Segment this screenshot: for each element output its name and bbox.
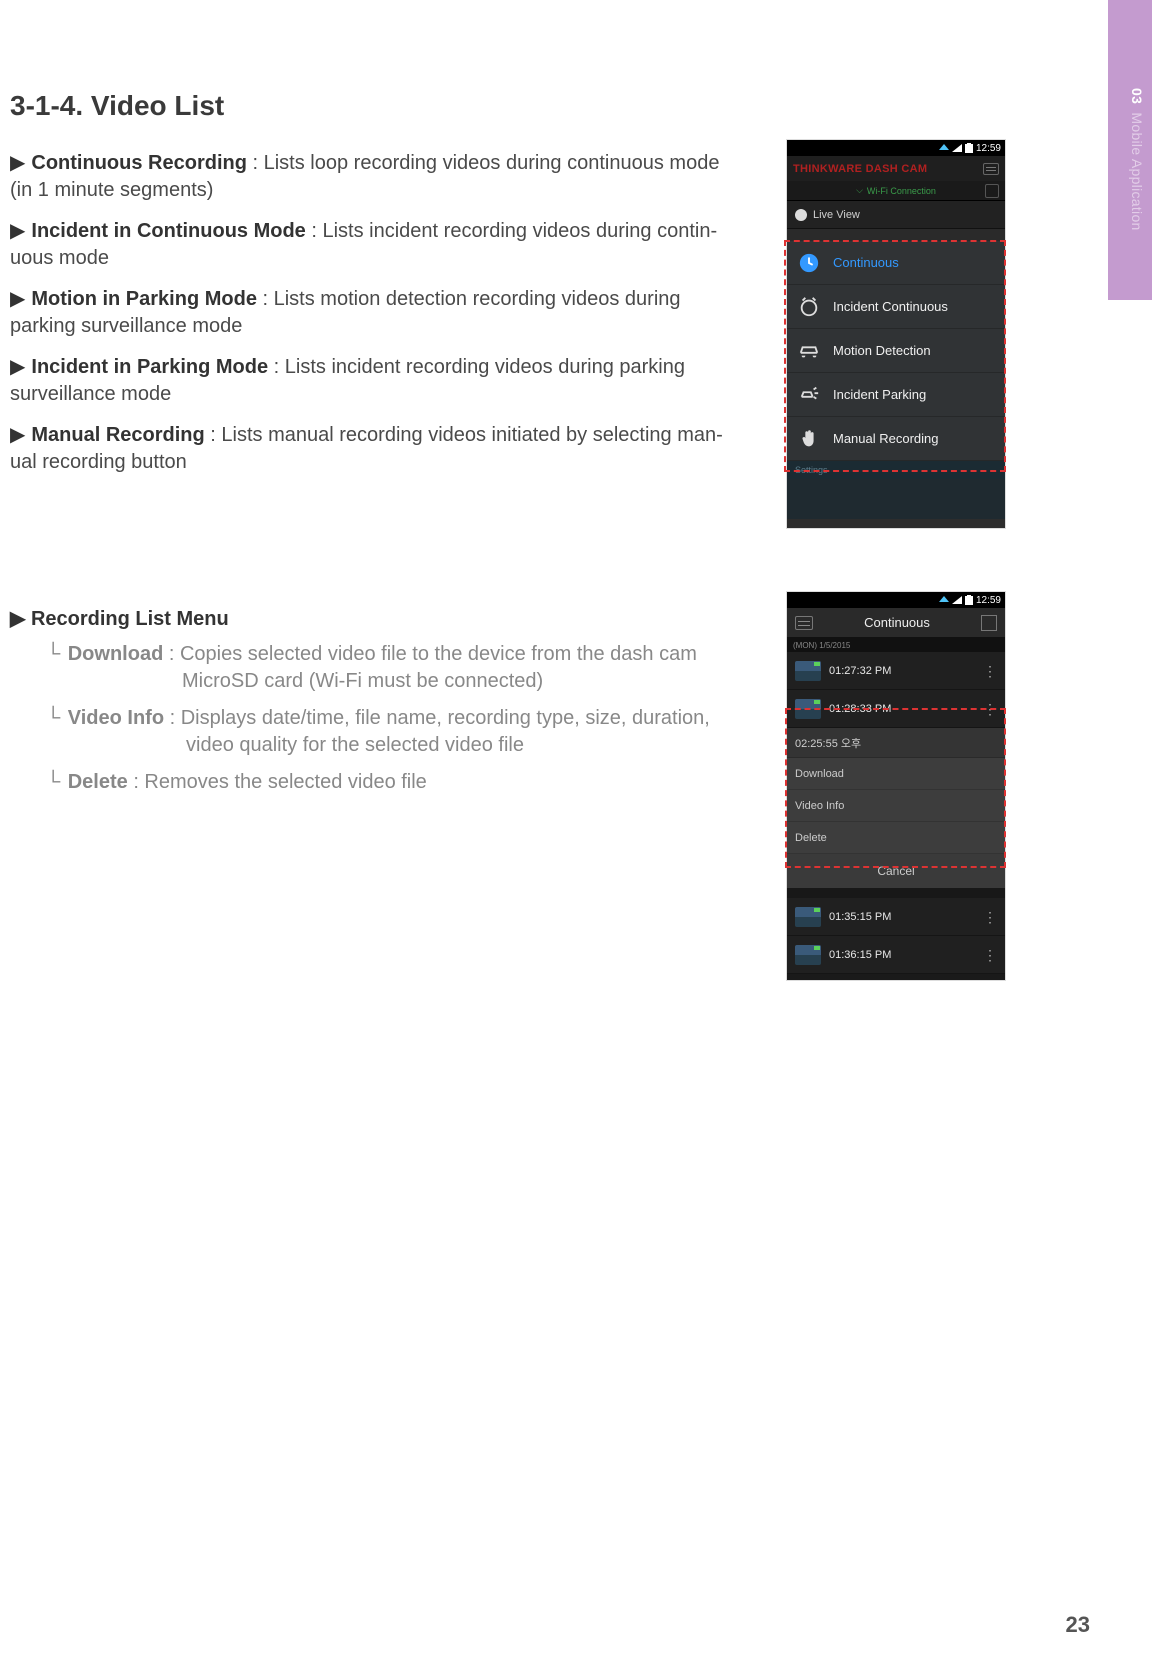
side-tab-label: 03 Mobile Application — [1129, 88, 1145, 231]
thumbnail — [795, 907, 821, 927]
thumbnail — [795, 945, 821, 965]
chapter-title: Mobile Application — [1129, 112, 1145, 230]
edit-icon[interactable] — [981, 615, 997, 631]
crash-icon — [797, 383, 821, 407]
more-icon[interactable]: ⋮ — [983, 951, 997, 959]
hand-icon — [797, 427, 821, 451]
settings-label: Settings — [787, 461, 1005, 479]
triangle-icon: ▶ — [10, 608, 31, 630]
status-bar: 12:59 — [787, 140, 1005, 156]
more-icon[interactable]: ⋮ — [983, 705, 997, 713]
screenshot-video-categories: 12:59 THINKWARE DASH CAM ⌵ Wi-Fi Connect… — [787, 140, 1005, 528]
category-manual-recording[interactable]: Manual Recording — [787, 417, 1005, 461]
signal-icon — [952, 144, 962, 152]
gear-icon[interactable] — [985, 184, 999, 198]
recording-list-menu-title: ▶ Recording List Menu — [10, 606, 770, 631]
triangle-icon: ▶ — [10, 152, 25, 174]
alarm-icon — [797, 295, 821, 319]
status-time: 12:59 — [976, 143, 1001, 154]
app-title: THINKWARE DASH CAM — [793, 163, 927, 175]
triangle-icon: ▶ — [10, 220, 25, 242]
live-view-row[interactable]: Live View — [787, 201, 1005, 229]
popup-item-download[interactable]: Download — [787, 758, 1005, 790]
subdef-video-info: └ Video Info : Displays date/time, file … — [46, 705, 770, 759]
wifi-connection-row[interactable]: ⌵ Wi-Fi Connection — [787, 181, 1005, 201]
corner-icon: └ — [46, 771, 66, 793]
def-continuous: ▶Continuous Recording : Lists loop recor… — [10, 150, 770, 204]
triangle-icon: ▶ — [10, 356, 25, 378]
category-incident-parking[interactable]: Incident Parking — [787, 373, 1005, 417]
side-tab: 03 Mobile Application — [1108, 0, 1152, 300]
def-incident-continuous: ▶Incident in Continuous Mode : Lists inc… — [10, 218, 770, 272]
wifi-icon — [939, 144, 949, 152]
triangle-icon: ▶ — [10, 288, 25, 310]
corner-icon: └ — [46, 707, 66, 729]
def-motion-parking: ▶Motion in Parking Mode : Lists motion d… — [10, 286, 770, 340]
more-icon[interactable]: ⋮ — [983, 667, 997, 675]
subdef-download: └ Download : Copies selected video file … — [46, 641, 770, 695]
definitions-block: ▶Continuous Recording : Lists loop recor… — [10, 150, 770, 476]
section-title: 3-1-4. Video List — [10, 90, 1000, 122]
def-incident-parking: ▶Incident in Parking Mode : Lists incide… — [10, 354, 770, 408]
video-row[interactable]: 01:35:15 PM ⋮ — [787, 898, 1005, 936]
wifi-icon: ⌵ — [856, 185, 863, 196]
app-title-bar: THINKWARE DASH CAM — [787, 156, 1005, 181]
popup-cancel-button[interactable]: Cancel — [787, 854, 1005, 888]
category-motion-detection[interactable]: Motion Detection — [787, 329, 1005, 373]
recording-list-menu-block: ▶ Recording List Menu └ Download : Copie… — [10, 606, 770, 796]
more-icon[interactable]: ⋮ — [983, 913, 997, 921]
video-row[interactable]: 01:28:33 PM ⋮ — [787, 690, 1005, 728]
battery-icon — [965, 595, 973, 605]
page-number: 23 — [1066, 1612, 1090, 1638]
thumbnail — [795, 661, 821, 681]
status-time: 12:59 — [976, 595, 1001, 606]
wifi-icon — [939, 596, 949, 604]
date-header: (MON) 1/5/2015 — [787, 638, 1005, 652]
category-continuous[interactable]: Continuous — [787, 241, 1005, 285]
screenshot-recording-list: 12:59 Continuous (MON) 1/5/2015 01:27:32… — [787, 592, 1005, 980]
popup-item-delete[interactable]: Delete — [787, 822, 1005, 854]
chapter-number: 03 — [1129, 88, 1145, 104]
thumbnail — [795, 699, 821, 719]
video-row[interactable]: 01:36:15 PM ⋮ — [787, 936, 1005, 974]
triangle-icon: ▶ — [10, 424, 25, 446]
battery-icon — [965, 143, 973, 153]
def-manual: ▶Manual Recording : Lists manual recordi… — [10, 422, 770, 476]
popup-selected-time: 02:25:55 오후 — [787, 728, 1005, 758]
live-dot-icon — [795, 209, 807, 221]
clock-icon — [797, 251, 821, 275]
list-header: Continuous — [787, 608, 1005, 638]
subdef-delete: └ Delete : Removes the selected video fi… — [46, 769, 770, 796]
menu-icon[interactable] — [983, 163, 999, 175]
context-menu-popup: 02:25:55 오후 Download Video Info Delete C… — [787, 728, 1005, 888]
menu-icon[interactable] — [795, 616, 813, 630]
popup-item-video-info[interactable]: Video Info — [787, 790, 1005, 822]
status-bar: 12:59 — [787, 592, 1005, 608]
signal-icon — [952, 596, 962, 604]
car-icon — [797, 339, 821, 363]
list-title: Continuous — [864, 615, 930, 630]
video-row[interactable]: 01:27:32 PM ⋮ — [787, 652, 1005, 690]
corner-icon: └ — [46, 643, 66, 665]
category-incident-continuous[interactable]: Incident Continuous — [787, 285, 1005, 329]
